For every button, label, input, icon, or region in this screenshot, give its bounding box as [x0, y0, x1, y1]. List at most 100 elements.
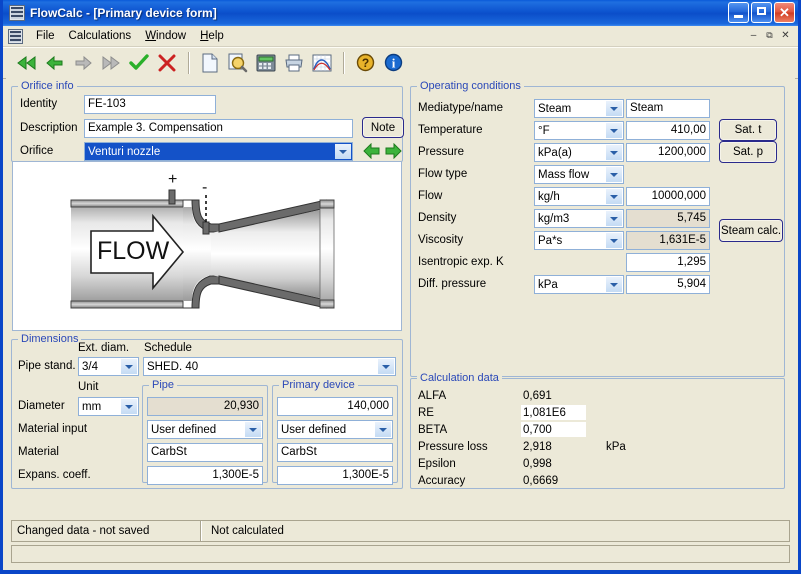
ext-diam-select[interactable]: 3/4	[78, 357, 139, 376]
density-unit-select[interactable]: kg/m3	[534, 209, 624, 228]
identity-input[interactable]: FE-103	[84, 95, 216, 114]
chevron-down-icon[interactable]	[245, 422, 261, 437]
accept-button[interactable]	[125, 50, 153, 76]
first-record-icon	[17, 55, 36, 70]
previous-record-button[interactable]	[41, 50, 69, 76]
flow-input[interactable]: 10000,000	[626, 187, 710, 206]
viscosity-input[interactable]: 1,631E-5	[626, 231, 710, 250]
primary-device-expans-coeff-input[interactable]: 1,300E-5	[277, 466, 393, 485]
isentropic-input[interactable]: 1,295	[626, 253, 710, 272]
mdi-minimize-button[interactable]: –	[746, 28, 761, 42]
primary-device-diameter-input[interactable]: 140,000	[277, 397, 393, 416]
expans-coeff-label: Expans. coeff.	[18, 469, 91, 481]
temperature-unit-select[interactable]: °F	[534, 121, 624, 140]
unit-select[interactable]: mm	[78, 397, 139, 416]
menu-item-help[interactable]: Help	[193, 28, 231, 44]
beta-label: BETA	[418, 424, 448, 436]
orifice-select[interactable]: Venturi nozzle	[84, 142, 353, 161]
plus-tap-label: +	[168, 171, 177, 188]
find-button[interactable]	[224, 50, 252, 76]
pressure-loss-value: 2,918	[523, 441, 552, 453]
medianame-input[interactable]: Steam	[626, 99, 710, 118]
next-record-button[interactable]	[69, 50, 97, 76]
chevron-down-icon[interactable]	[378, 359, 394, 374]
mediatype-select[interactable]: Steam	[534, 99, 624, 118]
diff-pressure-label: Diff. pressure	[418, 278, 487, 290]
toolbar-separator-2	[343, 51, 344, 74]
mdi-restore-button[interactable]: ⧉	[762, 28, 777, 42]
window-title: FlowCalc - [Primary device form]	[30, 6, 217, 20]
chevron-down-icon[interactable]	[375, 422, 391, 437]
maximize-button[interactable]	[751, 2, 772, 23]
temperature-input[interactable]: 410,00	[626, 121, 710, 140]
cancel-button[interactable]	[153, 50, 181, 76]
title-bar: FlowCalc - [Primary device form]	[3, 0, 798, 26]
viscosity-unit-select[interactable]: Pa*s	[534, 231, 624, 250]
chevron-down-icon[interactable]	[335, 144, 351, 159]
toolbar: ? i	[3, 47, 798, 79]
orifice-prev-button[interactable]	[363, 142, 381, 162]
temperature-label: Temperature	[418, 124, 483, 136]
primary-device-material-input-select[interactable]: User defined	[277, 420, 393, 439]
calculator-button[interactable]	[252, 50, 280, 76]
flow-unit-value: kg/h	[538, 191, 560, 203]
diameter-label: Diameter	[18, 400, 65, 412]
chevron-down-icon[interactable]	[606, 211, 622, 226]
pipe-diameter-input[interactable]: 20,930	[147, 397, 263, 416]
mdi-close-button[interactable]: ✕	[778, 28, 793, 42]
pressure-unit-select[interactable]: kPa(a)	[534, 143, 624, 162]
schedule-select[interactable]: SHED. 40	[143, 357, 396, 376]
accept-icon	[129, 53, 149, 70]
flow-label: Flow	[418, 190, 443, 202]
orifice-info-title: Orifice info	[18, 80, 77, 92]
diff-pressure-input[interactable]: 5,904	[626, 275, 710, 294]
close-button[interactable]	[774, 2, 795, 23]
chevron-down-icon[interactable]	[606, 123, 622, 138]
minimize-button[interactable]	[728, 2, 749, 23]
chevron-down-icon[interactable]	[606, 167, 622, 182]
density-input[interactable]: 5,745	[626, 209, 710, 228]
pressure-input[interactable]: 1200,000	[626, 143, 710, 162]
info-button[interactable]: i	[379, 50, 407, 76]
flow-type-select[interactable]: Mass flow	[534, 165, 624, 184]
pipe-group-title: Pipe	[149, 379, 178, 391]
print-button[interactable]	[280, 50, 308, 76]
chart-button[interactable]	[308, 50, 336, 76]
ext-diam-value: 3/4	[82, 361, 98, 373]
orifice-next-button[interactable]	[384, 142, 402, 162]
first-record-button[interactable]	[13, 50, 41, 76]
steam-calc-button[interactable]: Steam calc.	[719, 219, 783, 242]
new-document-button[interactable]	[196, 50, 224, 76]
re-label: RE	[418, 407, 434, 419]
epsilon-label: Epsilon	[418, 458, 456, 470]
diff-pressure-unit-select[interactable]: kPa	[534, 275, 624, 294]
right-arrow-icon	[385, 142, 402, 160]
last-record-button[interactable]	[97, 50, 125, 76]
sat-t-button[interactable]: Sat. t	[719, 119, 777, 141]
primary-device-material-input[interactable]: CarbSt	[277, 443, 393, 462]
toolbar-separator	[188, 51, 189, 74]
chevron-down-icon[interactable]	[606, 101, 622, 116]
note-button[interactable]: Note	[362, 117, 404, 138]
description-input[interactable]: Example 3. Compensation	[84, 119, 353, 138]
menu-item-window[interactable]: Window	[138, 28, 193, 44]
unit-label: Unit	[78, 381, 99, 393]
pipe-material-input-select[interactable]: User defined	[147, 420, 263, 439]
chevron-down-icon[interactable]	[606, 233, 622, 248]
sat-p-button[interactable]: Sat. p	[719, 141, 777, 163]
help-button[interactable]: ?	[351, 50, 379, 76]
chart-icon	[312, 54, 332, 71]
temperature-unit-value: °F	[538, 125, 550, 137]
menu-item-calculations[interactable]: Calculations	[62, 28, 139, 44]
chevron-down-icon[interactable]	[121, 399, 137, 414]
pipe-expans-coeff-input[interactable]: 1,300E-5	[147, 466, 263, 485]
chevron-down-icon[interactable]	[121, 359, 137, 374]
window-controls	[728, 2, 795, 23]
document-icon	[8, 28, 23, 44]
pipe-material-input[interactable]: CarbSt	[147, 443, 263, 462]
flow-unit-select[interactable]: kg/h	[534, 187, 624, 206]
chevron-down-icon[interactable]	[606, 277, 622, 292]
chevron-down-icon[interactable]	[606, 189, 622, 204]
menu-item-file[interactable]: File	[29, 28, 62, 44]
chevron-down-icon[interactable]	[606, 145, 622, 160]
